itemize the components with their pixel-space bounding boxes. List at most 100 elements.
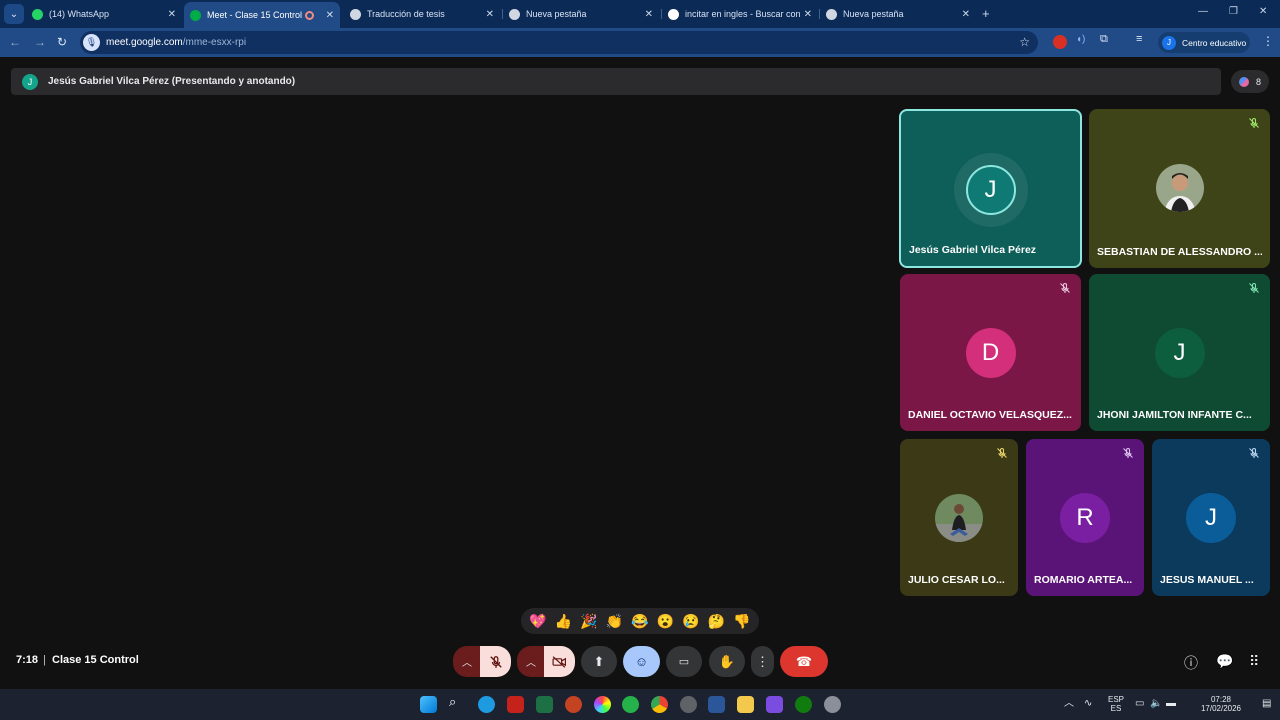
activities-grid-icon[interactable]: ⠿ [1249,653,1259,670]
close-icon[interactable]: ✕ [962,9,970,20]
close-icon[interactable]: ✕ [645,9,653,20]
network-icon[interactable]: ∿ [1084,699,1092,709]
participant-avatar: J [1186,493,1236,543]
participant-tile[interactable]: JULIO CESAR LO... [900,439,1018,596]
close-icon[interactable]: ✕ [326,10,334,21]
chrome-icon [509,8,520,20]
tab-traduccion[interactable]: Traducción de tesis ✕ [344,4,500,24]
tab-nueva-pestana-1[interactable]: Nueva pestaña ✕ [503,4,659,24]
address-bar[interactable]: 🎙 meet.google.com/mme-esxx-rpi ☆ [80,31,1038,54]
minimize-icon[interactable]: — [1198,6,1208,17]
video-options-button[interactable]: ︿ [517,646,545,677]
chat-icon[interactable]: 💬 [1216,653,1233,670]
hand-icon: ✋ [718,653,736,669]
chrome-icon [826,8,837,20]
captions-button[interactable]: ▭ [666,646,702,677]
participant-tile[interactable]: J JESUS MANUEL ... [1152,439,1270,596]
raise-hand-button[interactable]: ✋ [709,646,745,677]
audio-options-button[interactable]: ︿ [453,646,481,677]
meeting-title: Clase 15 Control [52,654,139,666]
reaction-thinking[interactable]: 🤔 [708,614,725,628]
reload-icon[interactable]: ↻ [57,35,67,49]
whatsapp-icon [32,8,43,20]
participants-button[interactable]: 8 [1231,70,1269,93]
participant-photo [1155,164,1204,212]
edge-icon[interactable] [478,696,495,713]
recording-icon [304,10,314,20]
reaction-thumbs-down[interactable]: 👎 [733,614,750,628]
hang-up-icon: ☎ [795,653,813,669]
forward-icon[interactable]: → [34,35,46,49]
tab-meet[interactable]: Meet - Clase 15 Control ✕ [184,2,340,28]
messaging-app-icon[interactable] [622,696,639,713]
reaction-sad[interactable]: 😢 [682,614,699,628]
close-icon[interactable]: ✕ [486,9,494,20]
reaction-surprised[interactable]: 😮 [657,614,674,628]
profile-button[interactable]: J Centro educativo [1158,32,1250,53]
camera-toggle-button[interactable] [544,646,575,677]
participant-tile[interactable]: J JHONI JAMILTON INFANTE C... [1089,274,1270,431]
windows-start-icon[interactable] [420,696,437,713]
browser-tab-strip: ⌄ (14) WhatsApp ✕ Meet - Clase 15 Contro… [0,0,1280,28]
window-close-icon[interactable]: ✕ [1259,6,1267,17]
media-control-icon[interactable]: ≡ [1136,33,1150,47]
participant-tile[interactable]: SEBASTIAN DE ALESSANDRO ... [1089,109,1270,268]
reaction-party[interactable]: 🎉 [580,614,597,628]
wifi-icon[interactable]: ▭ [1135,699,1144,709]
more-options-button[interactable]: ⋮ [751,646,774,677]
app-icon[interactable] [766,696,783,713]
mic-toggle-button[interactable] [480,646,511,677]
clock-time: 07:28 [1210,695,1232,704]
reaction-laugh[interactable]: 😂 [631,614,648,628]
reaction-heart[interactable]: 💖 [529,614,546,628]
word-icon[interactable] [708,696,725,713]
chrome-icon[interactable] [651,696,668,713]
tray-chevron-icon[interactable]: ︿ [1064,699,1074,709]
tab-google-search[interactable]: incitar en ingles - Buscar con G ✕ [662,4,818,24]
participant-tile[interactable]: D DANIEL OCTAVIO VELASQUEZ... [900,274,1081,431]
volume-icon[interactable]: 🔈 [1150,699,1162,709]
keyboard-code: ES [1110,704,1122,713]
browser-menu-icon[interactable]: ⋮ [1262,34,1274,48]
tab-whatsapp[interactable]: (14) WhatsApp ✕ [26,4,182,24]
close-icon[interactable]: ✕ [804,9,812,20]
leave-call-button[interactable]: ☎ [780,646,828,677]
tab-nueva-pestana-2[interactable]: Nueva pestaña ✕ [820,4,976,24]
notifications-icon[interactable]: ▤ [1262,699,1271,709]
chrome-profile-icon[interactable] [680,696,697,713]
meet-icon [190,9,201,21]
more-vert-icon: ⋮ [756,653,769,669]
powerpoint-icon[interactable] [565,696,582,713]
tab-label: Nueva pestaña [843,9,904,19]
participant-name: DANIEL OCTAVIO VELASQUEZ... [908,409,1072,421]
extension-icon[interactable] [1053,35,1067,49]
clock[interactable]: 07:28 17/02/2026 [1198,695,1244,713]
excel-icon[interactable] [536,696,553,713]
file-explorer-icon[interactable] [737,696,754,713]
audio-extension-icon[interactable]: ◖) [1076,34,1090,48]
tab-search-button[interactable]: ⌄ [4,4,24,24]
color-app-icon[interactable] [594,696,611,713]
settings-gear-icon[interactable] [824,696,841,713]
reaction-clap[interactable]: 👏 [606,614,623,628]
language-indicator[interactable]: ESP ES [1106,695,1126,713]
battery-icon[interactable]: ▬ [1166,699,1176,709]
search-icon[interactable]: ⌕ [449,694,466,711]
participant-avatar: J [1154,328,1205,378]
site-info-icon[interactable]: 🎙 [83,34,100,51]
participant-tile[interactable]: J Jesús Gabriel Vilca Pérez [899,109,1082,268]
reaction-thumbs-up[interactable]: 👍 [555,614,572,628]
restore-icon[interactable]: ❐ [1229,6,1238,17]
close-icon[interactable]: ✕ [168,9,176,20]
emoji-reactions-button[interactable]: ☺ [623,646,660,677]
acrobat-icon[interactable] [507,696,524,713]
back-icon[interactable]: ← [9,35,21,49]
new-tab-button[interactable]: + [982,6,990,21]
bookmark-star-icon[interactable]: ☆ [1019,35,1030,49]
extensions-puzzle-icon[interactable]: ⧉ [1100,33,1114,47]
xbox-icon[interactable] [795,696,812,713]
present-screen-button[interactable]: ⬆ [581,646,617,677]
meeting-info-icon[interactable]: ⓘ [1184,653,1198,673]
browser-toolbar: ← → ↻ 🎙 meet.google.com/mme-esxx-rpi ☆ ◖… [0,28,1280,57]
participant-tile[interactable]: R ROMARIO ARTEA... [1026,439,1144,596]
